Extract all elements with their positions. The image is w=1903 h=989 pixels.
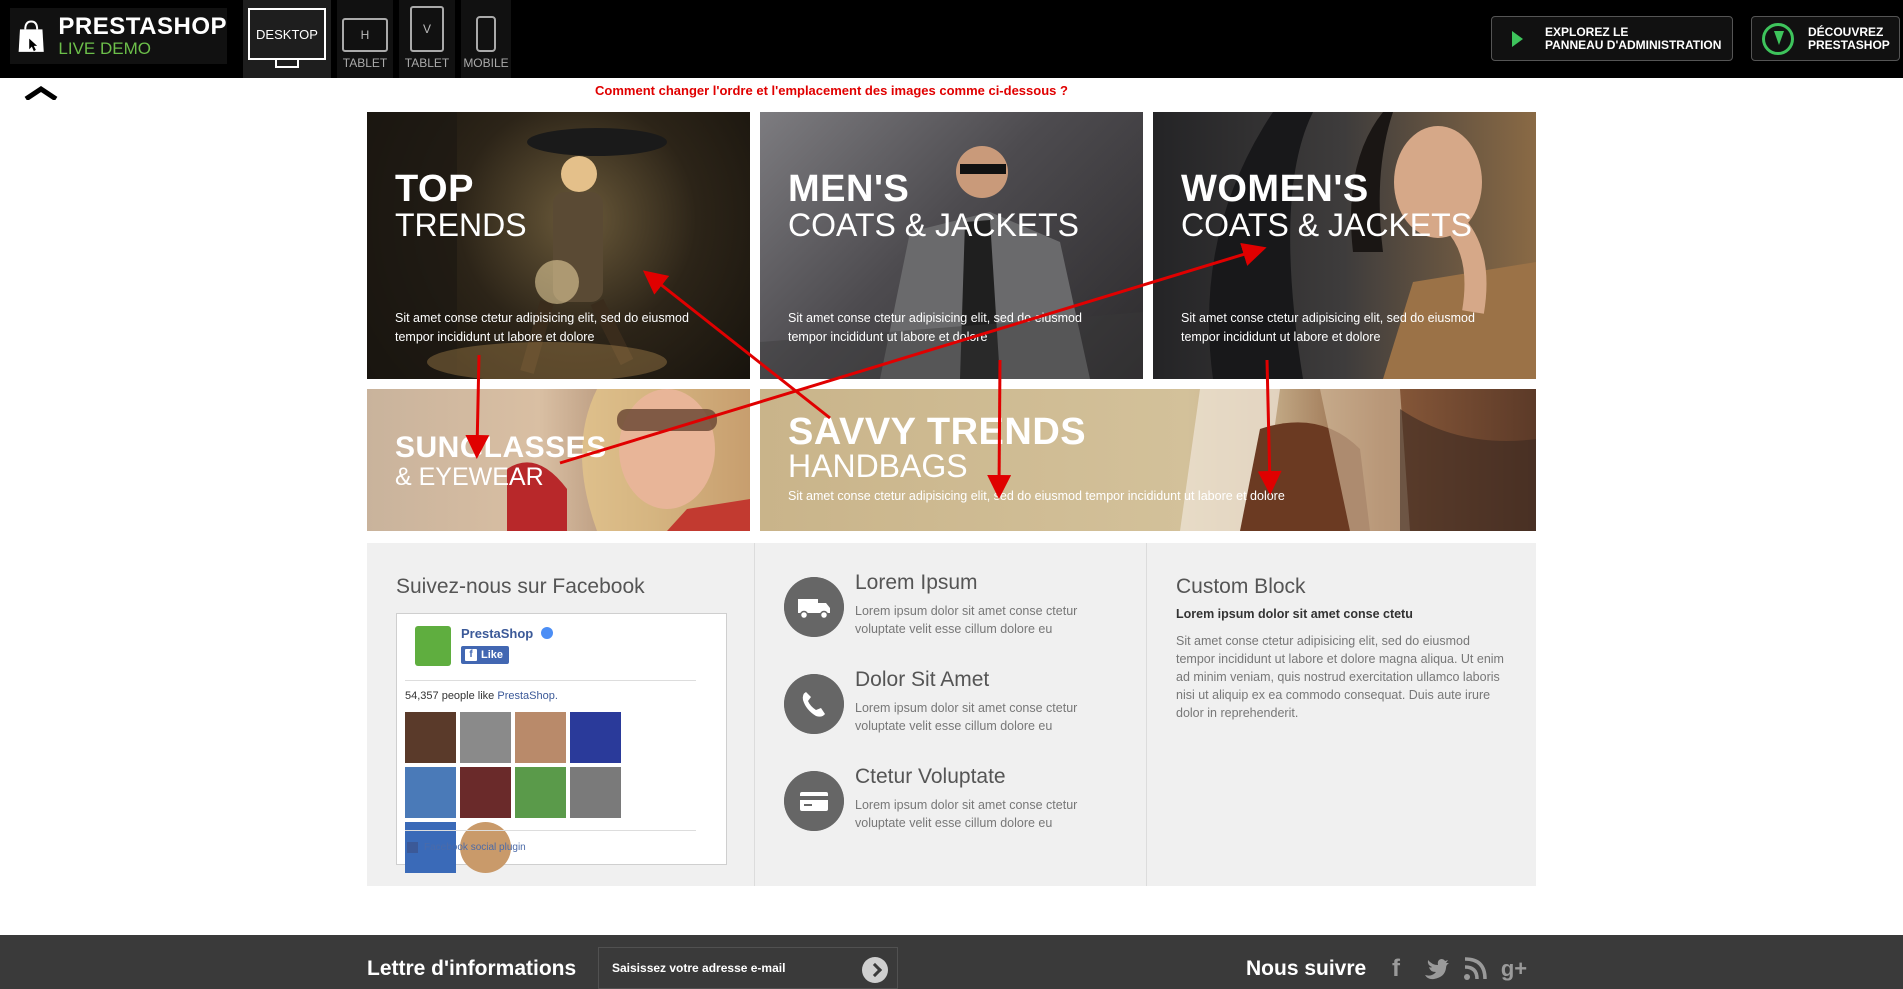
facebook-icon <box>407 842 418 853</box>
banner-title: SUNGLASSES <box>395 431 607 464</box>
facebook-like-button[interactable]: f Like <box>461 646 509 664</box>
banner-subtitle: TRENDS <box>395 207 527 243</box>
desktop-icon: DESKTOP <box>248 8 326 60</box>
fan-avatar[interactable] <box>460 767 511 818</box>
demo-top-bar: PRESTASHOP LIVE DEMO DESKTOP H TABLET V … <box>0 0 1903 78</box>
device-desktop-button[interactable]: DESKTOP <box>243 0 331 78</box>
info-blocks: Suivez-nous sur Facebook PrestaShop f Lik… <box>367 543 1536 886</box>
divider <box>405 680 696 681</box>
like-count-link[interactable]: PrestaShop. <box>497 690 558 702</box>
phone-icon <box>784 674 844 734</box>
banner-savvy-handbags[interactable]: SAVVY TRENDS HANDBAGS Sit amet conse cte… <box>760 389 1536 531</box>
facebook-widget: PrestaShop f Like 54,357 people like Pres… <box>396 613 727 873</box>
newsletter-label: Lettre d'informations <box>367 957 577 980</box>
mobile-icon <box>476 16 496 52</box>
banner-description: Sit amet conse ctetur adipisicing elit, … <box>788 489 1285 503</box>
discover-prestashop-button[interactable]: DÉCOUVREZ PRESTASHOP <box>1751 16 1900 61</box>
fan-avatar[interactable] <box>405 767 456 818</box>
banner-title: SAVVY TRENDS <box>788 411 1087 453</box>
discover-button-line2: PRESTASHOP <box>1808 37 1890 52</box>
verified-icon <box>541 627 553 639</box>
banner-subtitle: COATS & JACKETS <box>1181 207 1473 243</box>
banner-description: Sit amet conse ctetur adipisicing elit, … <box>788 311 1082 344</box>
footer-bar: Lettre d'informations Nous suivre f g+ <box>0 935 1903 989</box>
fan-avatar[interactable] <box>570 767 621 818</box>
device-switcher: DESKTOP H TABLET V TABLET MOBILE <box>243 0 517 78</box>
shopping-bag-icon <box>18 20 44 52</box>
play-icon <box>1512 30 1523 47</box>
fan-avatar[interactable] <box>460 712 511 763</box>
banner-title: TOP <box>395 168 474 210</box>
banner-title: WOMEN'S <box>1181 168 1369 210</box>
custom-block-title: Custom Block <box>1176 575 1306 598</box>
question-annotation: Comment changer l'ordre et l'emplacement… <box>595 83 1068 98</box>
like-label: Like <box>481 649 504 661</box>
plugin-label: Facebook social plugin <box>424 842 526 853</box>
desktop-stand-icon <box>275 60 299 68</box>
banner-subtitle: HANDBAGS <box>788 448 968 484</box>
banner-description: Sit amet conse ctetur adipisicing elit, … <box>1181 311 1475 344</box>
truck-icon <box>784 577 844 637</box>
device-label: MOBILE <box>463 56 509 70</box>
facebook-block-title: Suivez-nous sur Facebook <box>396 575 645 598</box>
info-text: Lorem ipsum dolor sit amet conse ctetur … <box>855 798 1078 830</box>
reassurance-block: Lorem Ipsum Lorem ipsum dolor sit amet c… <box>755 543 1147 886</box>
info-text: Lorem ipsum dolor sit amet conse ctetur … <box>855 604 1078 636</box>
banner-mens-coats[interactable]: MEN'S COATS & JACKETS Sit amet conse cte… <box>760 112 1143 379</box>
newsletter-submit-button[interactable] <box>862 957 888 983</box>
logo-subtitle: LIVE DEMO <box>58 39 151 58</box>
google-plus-icon[interactable]: g+ <box>1500 955 1528 983</box>
admin-button-line2: PANNEAU D'ADMINISTRATION <box>1545 37 1722 52</box>
follow-label: Nous suivre <box>1246 957 1367 980</box>
download-icon <box>1762 22 1794 55</box>
custom-block-subtitle: Lorem ipsum dolor sit amet conse ctetu <box>1176 607 1413 621</box>
device-tablet-vertical-button[interactable]: V TABLET <box>399 0 455 78</box>
prestashop-logo[interactable]: PRESTASHOP LIVE DEMO <box>10 8 227 64</box>
info-title: Ctetur Voluptate <box>855 765 1006 788</box>
banner-subtitle: & EYEWEAR <box>395 463 544 491</box>
divider <box>405 830 696 831</box>
custom-block: Custom Block Lorem ipsum dolor sit amet … <box>1147 543 1536 886</box>
info-title: Lorem Ipsum <box>855 571 978 594</box>
newsletter-email-input[interactable] <box>598 947 898 989</box>
fan-avatar[interactable] <box>515 712 566 763</box>
custom-block-text: Sit amet conse ctetur adipisicing elit, … <box>1176 634 1504 720</box>
info-title: Dolor Sit Amet <box>855 668 990 691</box>
like-count-text: 54,357 people like <box>405 690 495 702</box>
tablet-vertical-icon: V <box>410 6 444 52</box>
fan-avatar[interactable] <box>405 712 456 763</box>
banner-womens-coats[interactable]: WOMEN'S COATS & JACKETS Sit amet conse c… <box>1153 112 1536 379</box>
banner-sunglasses[interactable]: SUNGLASSES & EYEWEAR <box>367 389 750 531</box>
facebook-page-name[interactable]: PrestaShop <box>461 626 533 641</box>
logo-title: PRESTASHOP <box>58 13 227 40</box>
device-tablet-horizontal-button[interactable]: H TABLET <box>337 0 393 78</box>
discover-button-line1: DÉCOUVREZ <box>1808 24 1884 39</box>
facebook-icon[interactable]: f <box>1382 955 1410 983</box>
explore-admin-button[interactable]: EXPLOREZ LE PANNEAU D'ADMINISTRATION <box>1491 16 1733 61</box>
info-text: Lorem ipsum dolor sit amet conse ctetur … <box>855 701 1078 733</box>
credit-card-icon <box>784 771 844 831</box>
facebook-f-icon: f <box>465 649 477 661</box>
fan-avatar[interactable] <box>515 767 566 818</box>
tablet-horizontal-icon: H <box>342 18 388 52</box>
fan-avatar[interactable] <box>570 712 621 763</box>
facebook-plugin-label[interactable]: Facebook social plugin <box>407 842 526 853</box>
device-label: TABLET <box>342 56 388 70</box>
like-count: 54,357 people like PrestaShop. <box>405 690 558 702</box>
banner-description: Sit amet conse ctetur adipisicing elit, … <box>395 311 689 344</box>
admin-button-line1: EXPLOREZ LE <box>1545 24 1629 39</box>
banner-top-trends[interactable]: TOP TRENDS Sit amet conse ctetur adipisi… <box>367 112 750 379</box>
banner-subtitle: COATS & JACKETS <box>788 207 1080 243</box>
facebook-block: Suivez-nous sur Facebook PrestaShop f Lik… <box>367 543 755 886</box>
page-avatar[interactable] <box>415 626 451 666</box>
rss-icon[interactable] <box>1461 955 1489 983</box>
banner-title: MEN'S <box>788 168 910 210</box>
device-mobile-button[interactable]: MOBILE <box>461 0 511 78</box>
twitter-icon[interactable] <box>1422 955 1450 983</box>
device-label: TABLET <box>404 56 450 70</box>
